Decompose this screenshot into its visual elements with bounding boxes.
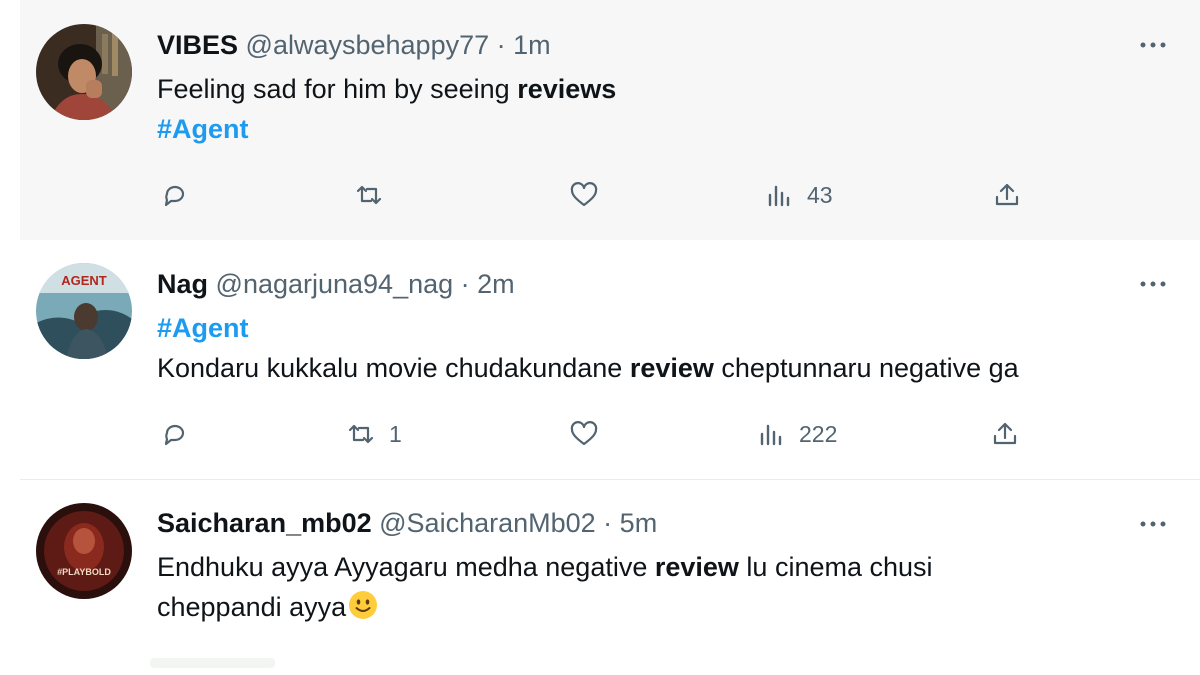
more-icon[interactable] [1138,517,1168,531]
separator: · [489,30,514,60]
display-name[interactable]: Nag [157,269,208,299]
retweet-count: 1 [389,420,402,447]
display-name[interactable]: VIBES [157,30,238,60]
tweet-text-bold: review [629,353,714,383]
views-button[interactable]: 222 [757,417,837,451]
avatar-photo-icon [36,24,132,120]
handle[interactable]: @alwaysbehappy77 [246,30,490,60]
tweet-vibes[interactable]: VIBES @alwaysbehappy77 · 1m Feeling sad … [20,0,1200,240]
tweet-text-part: Feeling sad for him by seeing [157,74,518,104]
display-name[interactable]: Saicharan_mb02 [157,508,372,538]
tweet-text-line2: cheppandi ayya [157,588,378,627]
retweet-button[interactable]: 1 [347,417,402,451]
tweet-nag[interactable]: AGENT Nag @nagarjuna94_nag · 2m #Agent K… [20,240,1200,480]
retweet-icon [356,185,382,205]
avatar-poster-icon: AGENT [36,263,132,359]
tweet-actions: 1 222 [157,417,1057,451]
tweet-text-bold: review [654,552,739,582]
hashtag-link[interactable]: #Agent [157,313,249,343]
like-icon [570,182,598,207]
timestamp[interactable]: 1m [513,30,551,60]
hashtag-line: #Agent [157,110,249,149]
tweet-text-part: Endhuku ayya Ayyagaru medha negative [157,552,655,582]
views-button[interactable]: 43 [765,178,833,212]
avatar[interactable]: #PLAYBOLD [36,503,132,599]
hashtag-line: #Agent [157,309,249,348]
separator: · [595,508,620,538]
more-icon[interactable] [1138,277,1168,291]
retweet-icon [348,424,374,444]
tweet-actions: 43 [157,178,1057,212]
reply-icon [164,185,185,207]
tweet-text: Feeling sad for him by seeing reviews [157,70,616,109]
timestamp[interactable]: 2m [477,269,515,299]
more-icon[interactable] [1138,38,1168,52]
tweet-text-part: cheptunnaru negative ga [713,353,1019,383]
share-button[interactable] [993,178,1021,212]
tweet-text-part: Kondaru kukkalu movie chudakundane [157,353,630,383]
like-icon [570,421,598,446]
tweet-header: Saicharan_mb02 @SaicharanMb02 · 5m [157,506,657,540]
separator: · [453,269,478,299]
reply-button[interactable] [161,417,203,451]
view-count: 222 [799,420,838,447]
handle[interactable]: @nagarjuna94_nag [216,269,454,299]
avatar[interactable]: AGENT [36,263,132,359]
tweet-text-part: cheppandi ayya [157,592,347,622]
views-icon [760,424,782,446]
share-icon [995,183,1019,206]
avatar-poster-text: AGENT [61,273,107,288]
retweet-button[interactable] [355,178,397,212]
handle[interactable]: @SaicharanMb02 [379,508,596,538]
tweet-saicharan[interactable]: #PLAYBOLD Saicharan_mb02 @SaicharanMb02 … [20,481,1200,675]
avatar-caption-text: #PLAYBOLD [57,567,111,577]
slightly-smiling-face-icon [349,591,378,619]
tweet-header: VIBES @alwaysbehappy77 · 1m [157,28,551,62]
bottom-fade [150,658,275,668]
timestamp[interactable]: 5m [620,508,658,538]
like-button[interactable] [570,178,612,212]
tweet-header: Nag @nagarjuna94_nag · 2m [157,267,515,301]
avatar-photo-icon: #PLAYBOLD [36,503,132,599]
view-count: 43 [807,181,833,208]
tweet-text-part: lu cinema chusi [738,552,933,582]
share-button[interactable] [991,417,1019,451]
share-icon [993,422,1017,445]
reply-button[interactable] [161,178,203,212]
avatar[interactable] [36,24,132,120]
reply-icon [164,424,185,446]
hashtag-link[interactable]: #Agent [157,114,249,144]
tweet-text: Endhuku ayya Ayyagaru medha negative rev… [157,548,933,587]
views-icon [768,185,790,207]
tweet-text: Kondaru kukkalu movie chudakundane revie… [157,349,1019,388]
like-button[interactable] [570,417,612,451]
tweet-text-bold: reviews [517,74,617,104]
